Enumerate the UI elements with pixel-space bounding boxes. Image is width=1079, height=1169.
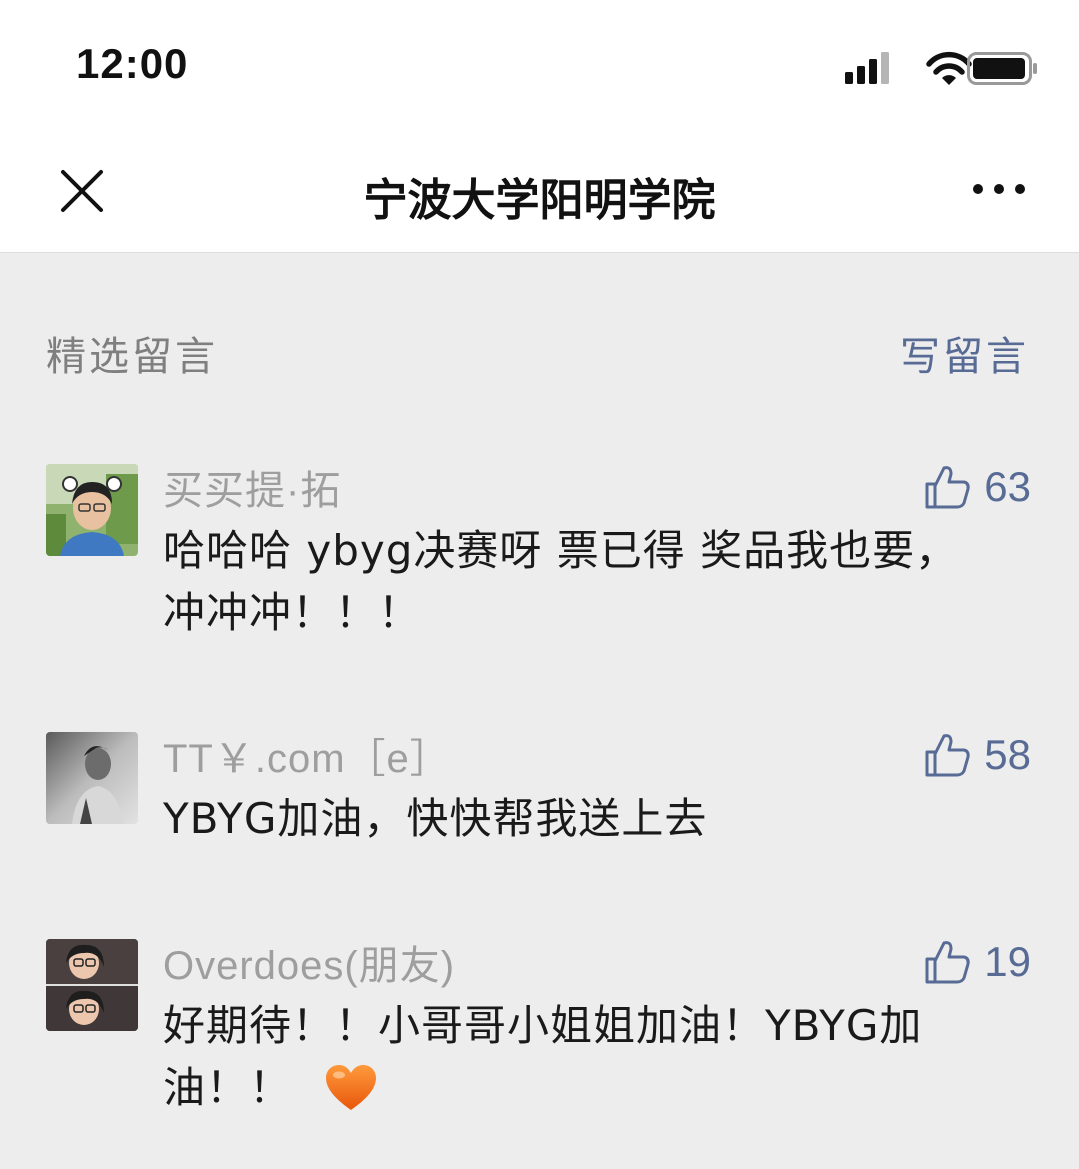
thumbs-up-icon [925,734,970,777]
comment-nickname: TT￥.com［e］ [163,737,451,781]
like-button[interactable]: 19 [924,937,1031,987]
like-count: 63 [984,463,1031,510]
comment-nickname: Overdoes(朋友) [163,944,456,988]
avatar[interactable] [46,939,138,1031]
comment-text: YBYG加油，快快帮我送上去 [163,794,708,843]
signal-icon [845,52,889,84]
like-button[interactable]: 58 [924,730,1031,780]
thumbs-up-icon [925,466,970,509]
more-icon[interactable] [971,178,1027,200]
comment-nickname: 买买提·拓 [163,469,342,513]
like-count: 19 [984,938,1031,985]
orange-heart-icon [324,1064,378,1129]
status-time: 12:00 [76,40,189,87]
like-button[interactable]: 63 [924,462,1031,512]
wifi-icon [926,51,972,85]
comment-text: 好期待！！小哥哥小姐姐加油！YBYG加油！！ [163,995,1033,1129]
avatar[interactable] [46,464,138,556]
thumbs-up-icon [925,941,970,984]
status-bar: 12:00 [0,0,1079,130]
comment-text: 哈哈哈 ybyg决赛呀 票已得 奖品我也要，冲冲冲！！！ [163,526,959,637]
battery-icon [967,52,1037,85]
avatar[interactable] [46,732,138,824]
page-title: 宁波大学阳明学院 [363,175,716,226]
nav-bar: 宁波大学阳明学院 [0,130,1079,253]
status-icons [839,48,1039,88]
comments-section-header: 精选留言 写留言 [0,318,1079,380]
write-comment-link[interactable]: 写留言 [900,324,1029,382]
like-count: 58 [984,731,1031,778]
comment-text-body: 好期待！！小哥哥小姐姐加油！YBYG加油！！ [163,1001,923,1112]
section-title: 精选留言 [46,334,218,380]
